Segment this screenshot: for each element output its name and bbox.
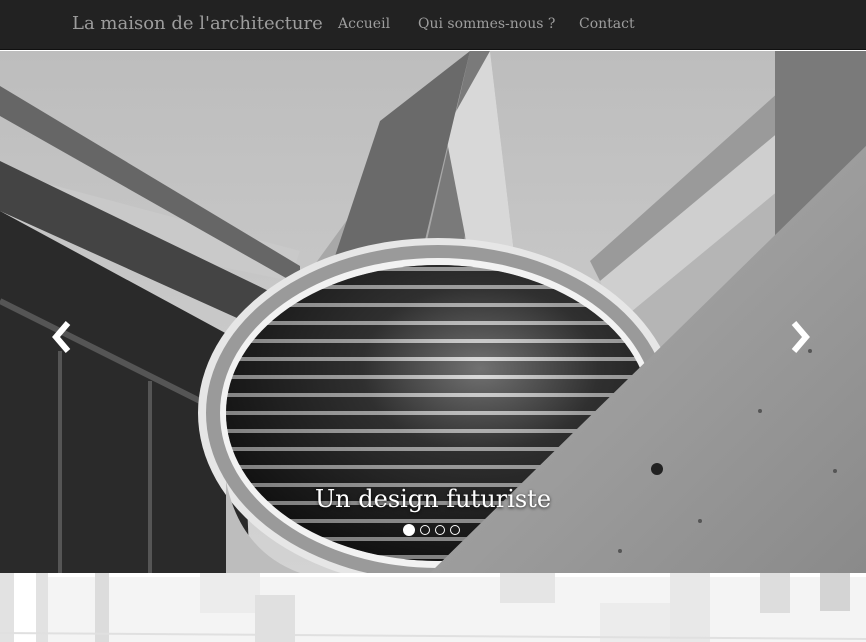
section-below-image	[0, 573, 866, 642]
brand-link[interactable]: La maison de l'architecture	[72, 13, 323, 34]
carousel-indicator-2[interactable]	[420, 525, 430, 535]
architecture-photo-white	[0, 573, 866, 642]
image-carousel: Un design futuriste	[0, 51, 866, 573]
chevron-left-icon	[52, 321, 71, 353]
carousel-indicators	[403, 524, 460, 536]
nav-link-accueil[interactable]: Accueil	[338, 16, 390, 32]
chevron-right-icon	[791, 321, 810, 353]
carousel-indicator-3[interactable]	[435, 525, 445, 535]
nav-link-qui-sommes-nous[interactable]: Qui sommes-nous ?	[418, 16, 555, 32]
carousel-indicator-1[interactable]	[403, 524, 415, 536]
carousel-caption: Un design futuriste	[314, 485, 552, 513]
carousel-prev-button[interactable]	[48, 317, 78, 357]
nav-link-contact[interactable]: Contact	[579, 16, 635, 32]
carousel-indicator-4[interactable]	[450, 525, 460, 535]
carousel-next-button[interactable]	[784, 317, 814, 357]
navbar: La maison de l'architecture Accueil Qui …	[0, 0, 866, 50]
